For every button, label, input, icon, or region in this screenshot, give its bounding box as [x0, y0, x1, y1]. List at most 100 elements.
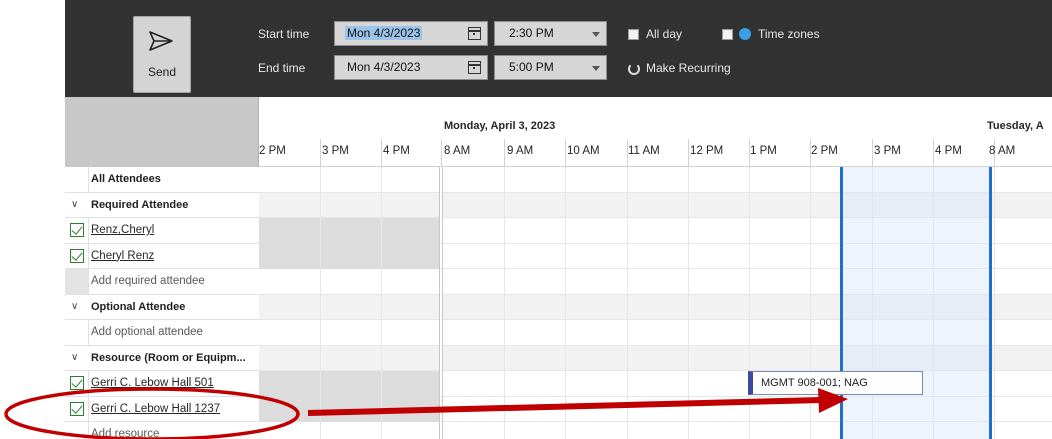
- chevron-down-icon: [592, 66, 600, 71]
- hour-tick: [320, 139, 321, 167]
- hour-label: 9 AM: [507, 145, 534, 157]
- start-time-value: 2:30 PM: [509, 26, 554, 40]
- hour-gridline: [504, 167, 505, 439]
- hour-tick: [688, 139, 689, 167]
- hour-label: 12 PM: [690, 145, 724, 157]
- resource-link[interactable]: Gerri C. Lebow Hall 501: [91, 377, 214, 389]
- make-recurring-button[interactable]: Make Recurring: [646, 61, 731, 75]
- time-zones-checkbox[interactable]: [722, 29, 733, 40]
- send-label: Send: [147, 65, 177, 79]
- timeline-header: Monday, April 3, 2023 Tuesday, A 2 PM 3 …: [259, 97, 1052, 167]
- start-date-value: Mon 4/3/2023: [345, 26, 423, 40]
- column-divider: [88, 422, 89, 439]
- hour-gridline: [749, 167, 750, 439]
- recurring-icon[interactable]: [628, 63, 640, 75]
- attendee-row: Renz,Cheryl: [65, 218, 259, 244]
- column-divider: [88, 371, 89, 396]
- all-attendees-label: All Attendees: [91, 173, 161, 185]
- all-attendees-row: All Attendees: [65, 167, 259, 193]
- start-time-label: Start time: [258, 27, 310, 41]
- chevron-down-icon: [592, 32, 600, 37]
- scheduling-toolbar: Send Start time End time Mon 4/3/2023 Mo…: [65, 0, 1052, 97]
- hour-tick: [872, 139, 873, 167]
- checkmark-icon[interactable]: [70, 376, 84, 390]
- send-icon: [149, 31, 173, 51]
- resource-link[interactable]: Gerri C. Lebow Hall 1237: [91, 403, 220, 415]
- hour-gridline: [810, 167, 811, 439]
- hour-tick: [504, 139, 505, 167]
- hour-gridline: [994, 167, 995, 439]
- hour-label: 2 PM: [811, 145, 838, 157]
- hour-label: 10 AM: [567, 145, 600, 157]
- busy-meeting-block[interactable]: MGMT 908-001; NAG: [748, 371, 923, 395]
- end-date-value: Mon 4/3/2023: [347, 60, 421, 74]
- checkmark-icon[interactable]: [70, 223, 84, 237]
- hour-gridline: [320, 167, 321, 439]
- end-time-select[interactable]: 5:00 PM: [494, 55, 607, 80]
- attendee-link[interactable]: Cheryl Renz: [91, 250, 154, 262]
- add-resource-row: Add resource: [65, 422, 259, 439]
- busy-block: [259, 243, 439, 269]
- column-divider: [88, 320, 89, 345]
- start-time-select[interactable]: 2:30 PM: [494, 21, 607, 46]
- meeting-label: MGMT 908-001; NAG: [761, 377, 868, 389]
- column-divider: [88, 218, 89, 243]
- day-label-tuesday: Tuesday, A: [987, 120, 1044, 132]
- hour-label: 2 PM: [259, 145, 286, 157]
- calendar-icon[interactable]: [468, 27, 481, 40]
- end-time-label: End time: [258, 61, 306, 75]
- send-button[interactable]: Send: [133, 16, 191, 93]
- column-divider: [88, 396, 89, 421]
- hour-label: 1 PM: [750, 145, 777, 157]
- column-divider: [88, 167, 89, 192]
- chevron-down-icon[interactable]: ∨: [71, 301, 78, 312]
- hour-gridline: [688, 167, 689, 439]
- hour-label: 11 AM: [628, 145, 660, 157]
- hour-gridline: [627, 167, 628, 439]
- column-divider: [88, 269, 89, 294]
- hour-label: 3 PM: [874, 145, 901, 157]
- attendee-row: Cheryl Renz: [65, 243, 259, 269]
- meeting-time-selection[interactable]: [840, 167, 992, 439]
- calendar-icon[interactable]: [468, 61, 481, 74]
- end-time-value: 5:00 PM: [509, 60, 554, 74]
- add-required-input[interactable]: Add required attendee: [91, 275, 205, 287]
- optional-header-label: Optional Attendee: [91, 300, 186, 313]
- chevron-down-icon[interactable]: ∨: [71, 352, 78, 363]
- end-date-field[interactable]: Mon 4/3/2023: [334, 55, 488, 80]
- all-day-label: All day: [646, 27, 683, 41]
- checkmark-icon[interactable]: [70, 401, 84, 416]
- resource-header-label: Resource (Room or Equipm...: [91, 351, 246, 364]
- optional-section-header[interactable]: ∨ Optional Attendee: [65, 294, 259, 320]
- required-section-header[interactable]: ∨ Required Attendee: [65, 192, 259, 218]
- day-separator: [439, 167, 443, 439]
- all-day-checkbox[interactable]: [628, 29, 639, 40]
- hour-tick: [441, 139, 442, 167]
- checkmark-icon[interactable]: [70, 248, 84, 263]
- hour-label: 3 PM: [322, 145, 349, 157]
- hour-label: 4 PM: [383, 145, 410, 157]
- busy-block: [259, 396, 439, 422]
- day-label-monday: Monday, April 3, 2023: [444, 120, 556, 132]
- schedule-grid[interactable]: MGMT 908-001; NAG: [259, 167, 1052, 439]
- hour-label: 4 PM: [935, 145, 962, 157]
- add-resource-input[interactable]: Add resource: [91, 428, 159, 439]
- add-optional-input[interactable]: Add optional attendee: [91, 326, 203, 338]
- globe-icon: [739, 28, 751, 40]
- hour-label: 8 AM: [444, 145, 471, 157]
- hour-gridline: [381, 167, 382, 439]
- attendee-header-panel: [65, 97, 259, 167]
- add-required-row: Add required attendee: [65, 269, 259, 295]
- hour-tick: [565, 139, 566, 167]
- chevron-down-icon[interactable]: ∨: [71, 199, 78, 210]
- busy-block: [259, 371, 439, 397]
- hour-tick: [933, 139, 934, 167]
- resource-section-header[interactable]: ∨ Resource (Room or Equipm...: [65, 345, 259, 371]
- attendee-link[interactable]: Renz,Cheryl: [91, 224, 154, 236]
- hour-tick: [381, 139, 382, 167]
- column-divider: [88, 243, 89, 268]
- start-date-field[interactable]: Mon 4/3/2023: [334, 21, 488, 46]
- empty-status-cell: [65, 269, 88, 294]
- hour-label: 8 AM: [989, 145, 1016, 157]
- resource-row: Gerri C. Lebow Hall 501: [65, 371, 259, 397]
